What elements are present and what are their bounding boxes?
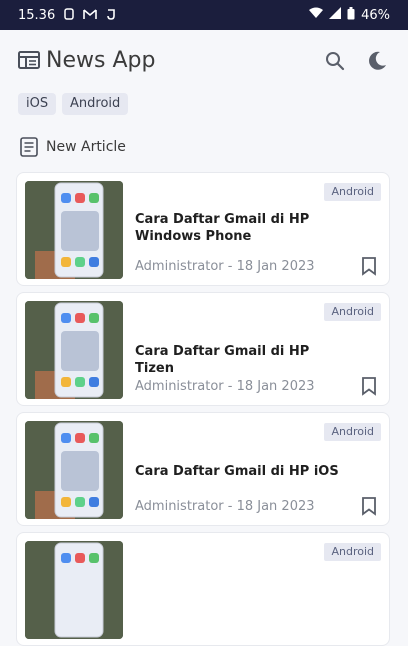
article-title[interactable]: Cara Daftar Gmail di HP Windows Phone bbox=[135, 211, 345, 245]
status-time: 15.36 bbox=[18, 7, 56, 23]
category-badge: Android bbox=[324, 183, 381, 201]
wifi-icon bbox=[309, 7, 324, 23]
article-card[interactable]: Android Cara Daftar Gmail di HP Tizen Ad… bbox=[16, 292, 390, 406]
article-meta: Administrator - 18 Jan 2023 bbox=[135, 259, 315, 274]
battery-level: 46% bbox=[361, 7, 390, 23]
article-card[interactable]: Android Cara Daftar Gmail di HP iOS Admi… bbox=[16, 412, 390, 526]
gmail-icon bbox=[83, 8, 98, 23]
section-title: New Article bbox=[46, 139, 126, 155]
article-card[interactable]: Android bbox=[16, 532, 390, 646]
sync-icon bbox=[105, 8, 117, 23]
article-thumbnail bbox=[25, 301, 123, 399]
article-meta: Administrator - 18 Jan 2023 bbox=[135, 499, 315, 514]
status-bar: 15.36 46% bbox=[0, 0, 408, 30]
article-title[interactable]: Cara Daftar Gmail di HP Tizen bbox=[135, 343, 345, 377]
article-thumbnail bbox=[25, 181, 123, 279]
article-icon bbox=[20, 137, 38, 157]
bookmark-icon[interactable] bbox=[361, 496, 377, 516]
app-bar: News App bbox=[0, 30, 408, 92]
chip-android[interactable]: Android bbox=[62, 93, 129, 115]
category-badge: Android bbox=[324, 303, 381, 321]
article-meta: Administrator - 18 Jan 2023 bbox=[135, 379, 315, 394]
category-badge: Android bbox=[324, 543, 381, 561]
bookmark-icon[interactable] bbox=[361, 256, 377, 276]
search-icon[interactable] bbox=[324, 50, 346, 72]
notification-icon bbox=[63, 7, 75, 23]
signal-icon bbox=[329, 7, 342, 23]
chip-ios[interactable]: iOS bbox=[18, 93, 57, 115]
article-card[interactable]: Android Cara Daftar Gmail di HP Windows … bbox=[16, 172, 390, 286]
bookmark-icon[interactable] bbox=[361, 376, 377, 396]
news-icon bbox=[18, 50, 40, 70]
moon-icon[interactable] bbox=[366, 50, 388, 72]
article-thumbnail bbox=[25, 421, 123, 519]
article-title[interactable]: Cara Daftar Gmail di HP iOS bbox=[135, 463, 345, 480]
battery-icon bbox=[347, 6, 355, 24]
category-badge: Android bbox=[324, 423, 381, 441]
status-bar-left: 15.36 bbox=[18, 8, 117, 23]
app-title: News App bbox=[46, 48, 156, 73]
status-bar-right: 46% bbox=[309, 6, 390, 24]
